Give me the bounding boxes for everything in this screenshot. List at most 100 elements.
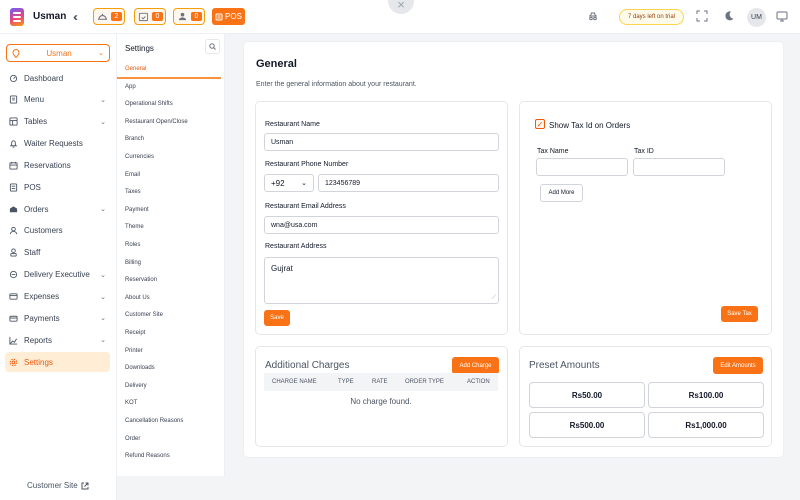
settings-nav-item[interactable]: Reservation <box>125 277 157 283</box>
customers-icon <box>9 227 18 235</box>
sidebar-item-waiter-requests[interactable]: Waiter Requests <box>5 134 110 154</box>
phone-number-input[interactable]: 123456789 <box>318 174 499 192</box>
chevron-down-icon: ⌄ <box>98 50 104 57</box>
monitor-icon[interactable] <box>776 10 788 22</box>
sidebar-item-payments[interactable]: Payments ⌄ <box>5 308 110 328</box>
sidebar-item-menu[interactable]: Menu ⌄ <box>5 90 110 110</box>
no-charge-message: No charge found. <box>350 397 412 406</box>
preset-amount[interactable]: Rs1,000.00 <box>648 412 764 438</box>
preset-amount[interactable]: Rs100.00 <box>648 382 764 408</box>
settings-nav-item[interactable]: Billing <box>125 260 141 266</box>
settings-nav-item[interactable]: Roles <box>125 242 140 248</box>
settings-nav-item[interactable]: App <box>125 84 136 90</box>
settings-nav-item[interactable]: Currencies <box>125 154 154 160</box>
reservations-count: 0 <box>152 12 163 21</box>
restaurant-name-input[interactable]: Usman <box>264 133 499 151</box>
add-charge-button[interactable]: Add Charge <box>452 357 499 374</box>
save-button[interactable]: Save <box>264 310 290 326</box>
user-avatar[interactable]: UM <box>747 8 766 27</box>
settings-nav-item[interactable]: Operational Shifts <box>125 101 173 107</box>
preset-amounts-card: Preset Amounts Edit Amounts Rs50.00 Rs10… <box>519 346 772 447</box>
bell-icon <box>9 140 18 148</box>
resize-handle-icon[interactable]: ⟋ <box>492 295 496 302</box>
customer-site-label: Customer Site <box>27 481 78 490</box>
search-button[interactable] <box>205 39 220 54</box>
settings-nav-item[interactable]: Delivery <box>125 383 147 389</box>
pos-button[interactable]: POS <box>212 8 245 25</box>
sidebar-item-orders[interactable]: Orders ⌄ <box>5 199 110 219</box>
sidebar-item-label: Expenses <box>24 292 60 301</box>
top-bar: Usman ‹‹ 2 0 0 POS × 7 days left on tria… <box>0 0 800 34</box>
edit-amounts-button[interactable]: Edit Amounts <box>713 357 763 374</box>
chevron-down-icon: ⌄ <box>301 180 307 187</box>
restaurant-name: Usman <box>33 11 67 22</box>
add-more-button[interactable]: Add More <box>540 184 583 202</box>
sidebar-item-reservations[interactable]: Reservations <box>5 155 110 175</box>
settings-nav-item[interactable]: KOT <box>125 400 137 406</box>
branch-selector[interactable]: Usman ⌄ <box>6 44 110 62</box>
settings-nav-item[interactable]: About Us <box>125 295 150 301</box>
tax-name-input[interactable] <box>536 158 628 176</box>
sidebar-item-delivery-executive[interactable]: Delivery Executive ⌄ <box>5 265 110 285</box>
settings-nav-item[interactable]: Order <box>125 436 140 442</box>
chevron-down-icon: ⌄ <box>100 271 106 279</box>
settings-nav-item[interactable]: Email <box>125 172 140 178</box>
email-address-input[interactable]: wna@usa.com <box>264 216 499 234</box>
collapse-sidebar-icon[interactable]: ‹‹ <box>73 10 78 24</box>
page-description: Enter the general information about your… <box>256 81 417 88</box>
waiter-requests-chip[interactable]: 0 <box>173 8 205 25</box>
sidebar-item-settings[interactable]: Settings <box>5 352 110 373</box>
settings-nav-item[interactable]: Theme <box>125 224 144 230</box>
settings-nav-item[interactable]: General <box>125 66 146 72</box>
reservations-chip[interactable]: 0 <box>134 8 166 25</box>
sidebar-item-pos[interactable]: POS <box>5 177 110 197</box>
trial-badge: 7 days left on trial <box>619 9 684 25</box>
column-header: CHARGE NAME <box>272 379 317 385</box>
show-tax-id-checkbox[interactable]: ✓ <box>535 119 545 129</box>
sidebar-item-label: Customers <box>24 226 63 236</box>
sidebar-item-staff[interactable]: Staff <box>5 243 110 263</box>
preset-amount[interactable]: Rs500.00 <box>529 412 645 438</box>
settings-nav-item[interactable]: Taxes <box>125 189 141 195</box>
fullscreen-icon[interactable] <box>696 10 708 22</box>
settings-nav-item[interactable]: Payment <box>125 207 149 213</box>
sidebar-item-expenses[interactable]: Expenses ⌄ <box>5 287 110 307</box>
settings-nav-item[interactable]: Downloads <box>125 365 155 371</box>
dark-mode-icon[interactable] <box>723 10 735 22</box>
phone-code-select[interactable]: +92 ⌄ <box>264 174 314 192</box>
settings-nav-item[interactable]: Receipt <box>125 330 145 336</box>
kitchen-orders-count: 2 <box>111 12 122 21</box>
sidebar-item-customers[interactable]: Customers <box>5 221 110 241</box>
settings-nav-item[interactable]: Cancellation Reasons <box>125 418 183 424</box>
sidebar-item-tables[interactable]: Tables ⌄ <box>5 112 110 132</box>
email-address-label: Restaurant Email Address <box>265 203 346 210</box>
chevron-down-icon: ⌄ <box>100 315 106 323</box>
active-tab-underline <box>117 77 221 79</box>
phone-number-label: Restaurant Phone Number <box>265 161 349 168</box>
delivery-icon <box>9 271 18 279</box>
tax-id-input[interactable] <box>633 158 725 176</box>
settings-nav-title: Settings <box>125 44 154 53</box>
incognito-icon[interactable] <box>587 10 599 22</box>
customer-site-link[interactable]: Customer Site <box>27 481 89 490</box>
settings-nav-item[interactable]: Branch <box>125 136 144 142</box>
sidebar-item-dashboard[interactable]: Dashboard <box>5 68 110 88</box>
settings-nav-item[interactable]: Customer Site <box>125 312 163 318</box>
sidebar-item-reports[interactable]: Reports ⌄ <box>5 330 110 350</box>
external-link-icon <box>81 482 89 489</box>
save-tax-button[interactable]: Save Tax <box>721 306 758 322</box>
app-logo[interactable] <box>10 8 24 26</box>
settings-nav-item[interactable]: Restaurant Open/Close <box>125 119 188 125</box>
restaurant-address-textarea[interactable]: Gujrat ⟋ <box>264 257 499 304</box>
search-icon <box>209 43 216 50</box>
column-header: TYPE <box>338 379 354 385</box>
reports-icon <box>9 336 18 345</box>
sidebar-item-label: Staff <box>24 248 41 258</box>
settings-nav-item[interactable]: Printer <box>125 348 143 354</box>
kitchen-orders-chip[interactable]: 2 <box>93 8 125 25</box>
settings-nav-item[interactable]: Refund Reasons <box>125 453 170 459</box>
close-icon[interactable]: × <box>388 0 414 14</box>
sidebar-item-label: Tables <box>24 117 48 127</box>
preset-amount[interactable]: Rs50.00 <box>529 382 645 408</box>
column-header: ACTION <box>467 379 490 385</box>
